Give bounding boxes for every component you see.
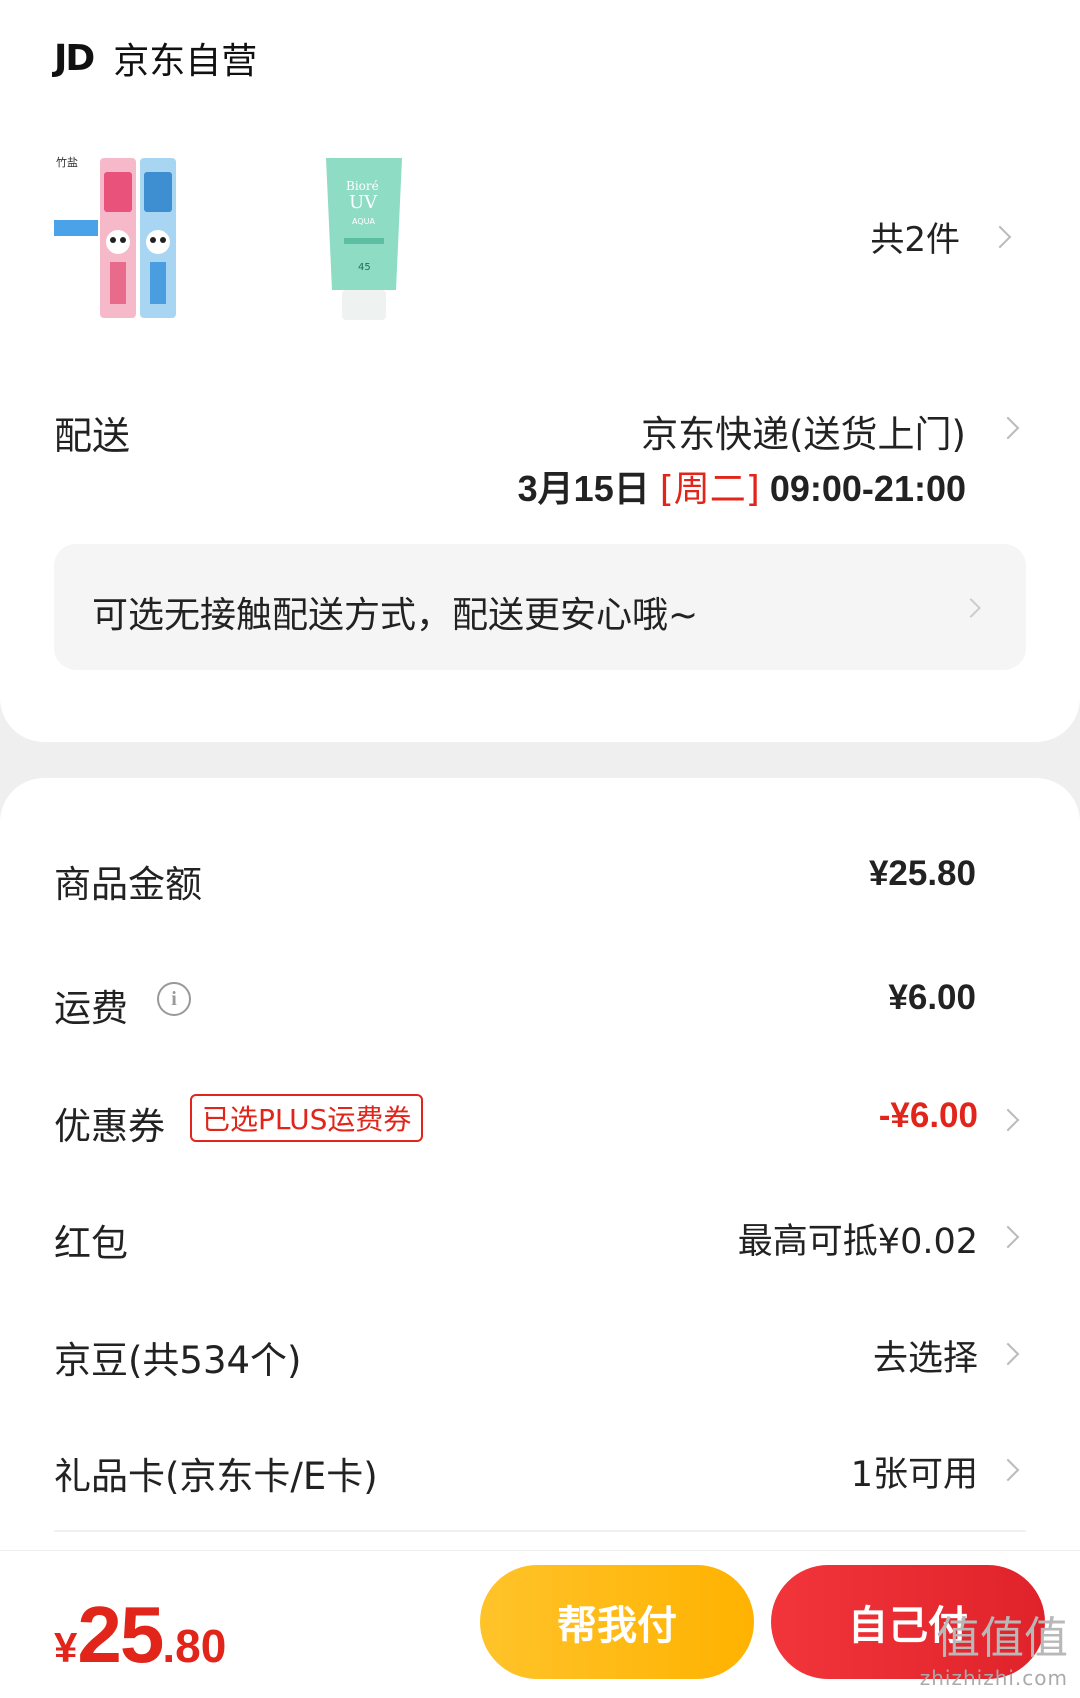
svg-text:竹盐: 竹盐: [56, 155, 78, 169]
delivery-time-range: 09:00-21:00: [769, 468, 966, 509]
shipping-value: ¥6.00: [888, 978, 976, 1017]
coupon-label: 优惠券: [54, 1105, 165, 1148]
svg-text:UV: UV: [349, 192, 378, 213]
chevron-right-icon: [996, 1108, 1020, 1132]
goods-amount-value: ¥25.80: [868, 854, 976, 893]
delivery-time[interactable]: 3月15日 [周二] 09:00-21:00: [518, 460, 966, 512]
delivery-method[interactable]: 京东快递(送货上门): [641, 404, 966, 458]
item-count-label: 共2件: [870, 220, 960, 260]
total-integer: 25: [77, 1590, 164, 1679]
contactless-delivery-notice[interactable]: 可选无接触配送方式，配送更安心哦~: [54, 544, 1026, 670]
divider: [54, 1530, 1026, 1532]
product-strip[interactable]: 竹盐 Bioré UV AQUA 45 共2件: [54, 152, 1044, 332]
gift-card-row[interactable]: 礼品卡(京东卡/E卡) 1张可用: [54, 1438, 1026, 1498]
watermark-logo: 值值值: [936, 1613, 1068, 1664]
gift-card-label: 礼品卡(京东卡/E卡): [54, 1455, 378, 1498]
svg-text:45: 45: [358, 262, 371, 273]
total-currency: ¥: [54, 1624, 78, 1671]
notice-text: 可选无接触配送方式，配送更安心哦~: [92, 595, 699, 636]
coupon-value: -¥6.00: [878, 1096, 978, 1135]
watermark: 值值值 zhizhizhi.com: [920, 1602, 1068, 1690]
goods-amount-row: 商品金额 ¥25.80: [54, 846, 1026, 906]
sunscreen-product-image: Bioré UV AQUA 45: [326, 158, 402, 320]
delivery-label: 配送: [54, 414, 131, 458]
chevron-right-icon: [996, 1225, 1020, 1249]
total-price: ¥25.80: [54, 1589, 226, 1681]
total-decimal: .80: [162, 1620, 227, 1672]
coupon-tag: 已选PLUS运费券: [190, 1094, 424, 1142]
shop-name: 京东自营: [113, 41, 258, 82]
shop-header[interactable]: JD 京东自营: [54, 28, 257, 88]
svg-text:AQUA: AQUA: [352, 217, 375, 226]
svg-text:Bioré: Bioré: [346, 179, 379, 193]
toothbrush-product-image: 竹盐: [54, 155, 176, 318]
jd-beans-row[interactable]: 京豆(共534个) 去选择: [54, 1322, 1026, 1382]
goods-amount-label: 商品金额: [54, 863, 202, 906]
checkout-bar: ¥25.80 帮我付 自己付 值值值 zhizhizhi.com: [0, 1550, 1080, 1698]
delivery-date: 3月15日: [517, 468, 650, 509]
chevron-right-icon: [996, 1458, 1020, 1482]
jd-beans-label: 京豆(共534个): [54, 1339, 302, 1382]
jd-beans-value: 去选择: [872, 1339, 978, 1379]
delivery-weekday: [周二]: [659, 469, 760, 510]
jd-logo: JD: [54, 37, 95, 79]
red-packet-row[interactable]: 红包 最高可抵¥0.02: [54, 1205, 1026, 1265]
watermark-text: zhizhizhi.com: [919, 1666, 1068, 1690]
chevron-right-icon: [961, 598, 981, 619]
red-packet-value: 最高可抵¥0.02: [737, 1222, 978, 1262]
item-count[interactable]: 共2件: [870, 212, 1012, 261]
red-packet-label: 红包: [54, 1222, 128, 1265]
shipping-row: 运费 i ¥6.00: [54, 970, 1026, 1030]
shipping-label: 运费: [54, 987, 128, 1030]
gift-card-value: 1张可用: [850, 1455, 978, 1495]
help-pay-button[interactable]: 帮我付: [480, 1565, 754, 1679]
delivery-chevron-right-icon[interactable]: [996, 416, 1020, 440]
coupon-row[interactable]: 优惠券 已选PLUS运费券 -¥6.00: [54, 1088, 1026, 1148]
chevron-right-icon: [996, 1342, 1020, 1366]
chevron-right-icon: [988, 225, 1012, 248]
info-icon[interactable]: i: [157, 982, 191, 1016]
